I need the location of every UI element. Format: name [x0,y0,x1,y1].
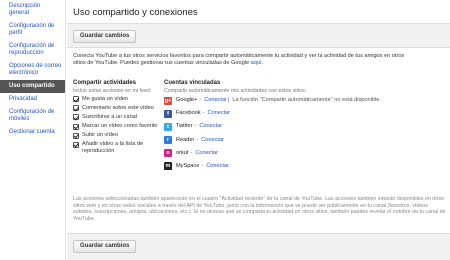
activity-upload-video[interactable]: Subir un vídeo [73,132,163,139]
checkbox[interactable] [73,141,79,148]
service-row-twitter: t Twitter - Conectar [164,122,444,132]
intro-end: . [261,60,264,66]
separator: - [190,149,193,156]
checkbox[interactable] [73,114,79,121]
sidebar-item-email-options[interactable]: Opciones de correo electrónico [0,60,65,80]
connect-myspace-link[interactable]: Conectar [206,163,229,170]
activity-label: Me gusta un vídeo [82,96,129,102]
checkbox[interactable] [73,96,79,103]
myspace-icon: m [164,162,172,171]
checkbox[interactable] [73,123,79,130]
connect-orkut-link[interactable]: Conectar [195,150,218,157]
separator: - [196,136,199,143]
activity-label: Comentario sobre este vídeo [82,105,154,112]
connect-reader-link[interactable]: Conectar [201,137,224,144]
bottom-action-bar: Guardar cambios [67,233,450,260]
service-row-reader: r Reader - Conectar [164,135,444,145]
intro-body: Conecta YouTube a tus otros servicios fa… [73,53,405,66]
connect-facebook-link[interactable]: Conectar [207,110,230,117]
service-row-google-plus: g+ Google+ - Conectar | La función "Comp… [164,96,444,106]
service-row-orkut: o orkut - Conectar [164,148,444,158]
linked-accounts-section: Cuentas vinculadas Compartir automáticam… [164,80,444,175]
sidebar-item-overview[interactable]: Descripción general [0,0,65,20]
sharing-disclaimer: Las acciones seleccionadas también apare… [73,196,446,222]
checkbox[interactable] [73,105,79,112]
facebook-icon: f [164,109,172,118]
main-panel: Uso compartido y conexiones Guardar camb… [67,0,450,260]
activity-add-to-playlist[interactable]: Añadir vídeo a la lista de reproducción [73,141,163,154]
linked-accounts-hint: Compartir automáticamente mis actividade… [164,88,307,94]
connect-google-plus-link[interactable]: Conectar [204,97,227,104]
service-row-myspace: m MySpace - Conectar [164,161,444,171]
activity-label: Marcar un vídeo como favorito [82,123,158,130]
connect-twitter-link[interactable]: Conectar [199,123,222,130]
activity-like-video[interactable]: Me gusta un vídeo [73,96,163,103]
sidebar-item-playback-settings[interactable]: Configuración de reproducción [0,40,65,60]
page-title: Uso compartido y conexiones [67,0,450,24]
activity-comment-video[interactable]: Comentario sobre este vídeo [73,105,163,112]
activity-label: Subir un vídeo [82,132,119,139]
top-action-bar: Guardar cambios [67,24,450,48]
checkbox[interactable] [73,132,79,139]
sidebar-item-manage-account[interactable]: Gestionar cuenta [0,126,65,139]
activity-subscribe-channel[interactable]: Suscribirse a un canal [73,114,163,121]
settings-sidebar: Descripción general Configuración de per… [0,0,66,260]
google-plus-icon: g+ [164,96,172,105]
activity-favorite-video[interactable]: Marcar un vídeo como favorito [73,123,163,130]
service-name: Google+ [176,97,198,104]
service-name: MySpace [176,162,200,169]
share-activities-title: Compartir actividades [73,80,137,86]
orkut-icon: o [164,149,172,158]
separator: - [202,110,205,117]
separator: | [227,97,230,104]
save-changes-button-top[interactable]: Guardar cambios [73,30,137,43]
sidebar-item-profile-settings[interactable]: Configuración de perfil [0,20,65,40]
sidebar-item-sharing[interactable]: Uso compartido [0,80,65,93]
separator: - [201,162,204,169]
service-row-facebook: f Facebook - Conectar [164,109,444,119]
separator: - [194,123,197,130]
service-name: Twitter [176,123,193,130]
activity-label: Añadir vídeo a la lista de reproducción [82,141,144,154]
activity-label: Suscribirse a un canal [82,114,138,121]
linked-accounts-title: Cuentas vinculadas [164,80,221,86]
service-name: Reader [176,136,195,143]
service-note: La función "Compartir automáticamente" n… [232,97,381,104]
share-activities-section: Compartir actividades Incluir estas acci… [73,80,163,157]
twitter-icon: t [164,122,172,131]
share-activities-hint: Incluir estas acciones en mi feed: [73,88,152,94]
service-name: orkut [176,149,189,156]
save-changes-button-bottom[interactable]: Guardar cambios [73,240,137,253]
sidebar-item-privacy[interactable]: Privacidad [0,93,65,106]
intro-text: Conecta YouTube a tus otros servicios fa… [67,48,417,67]
sidebar-item-mobile-settings[interactable]: Configuración de móviles [0,106,65,126]
service-name: Facebook [176,110,201,117]
reader-icon: r [164,136,172,145]
manage-google-accounts-link[interactable]: aquí [251,60,262,66]
separator: - [199,97,202,104]
